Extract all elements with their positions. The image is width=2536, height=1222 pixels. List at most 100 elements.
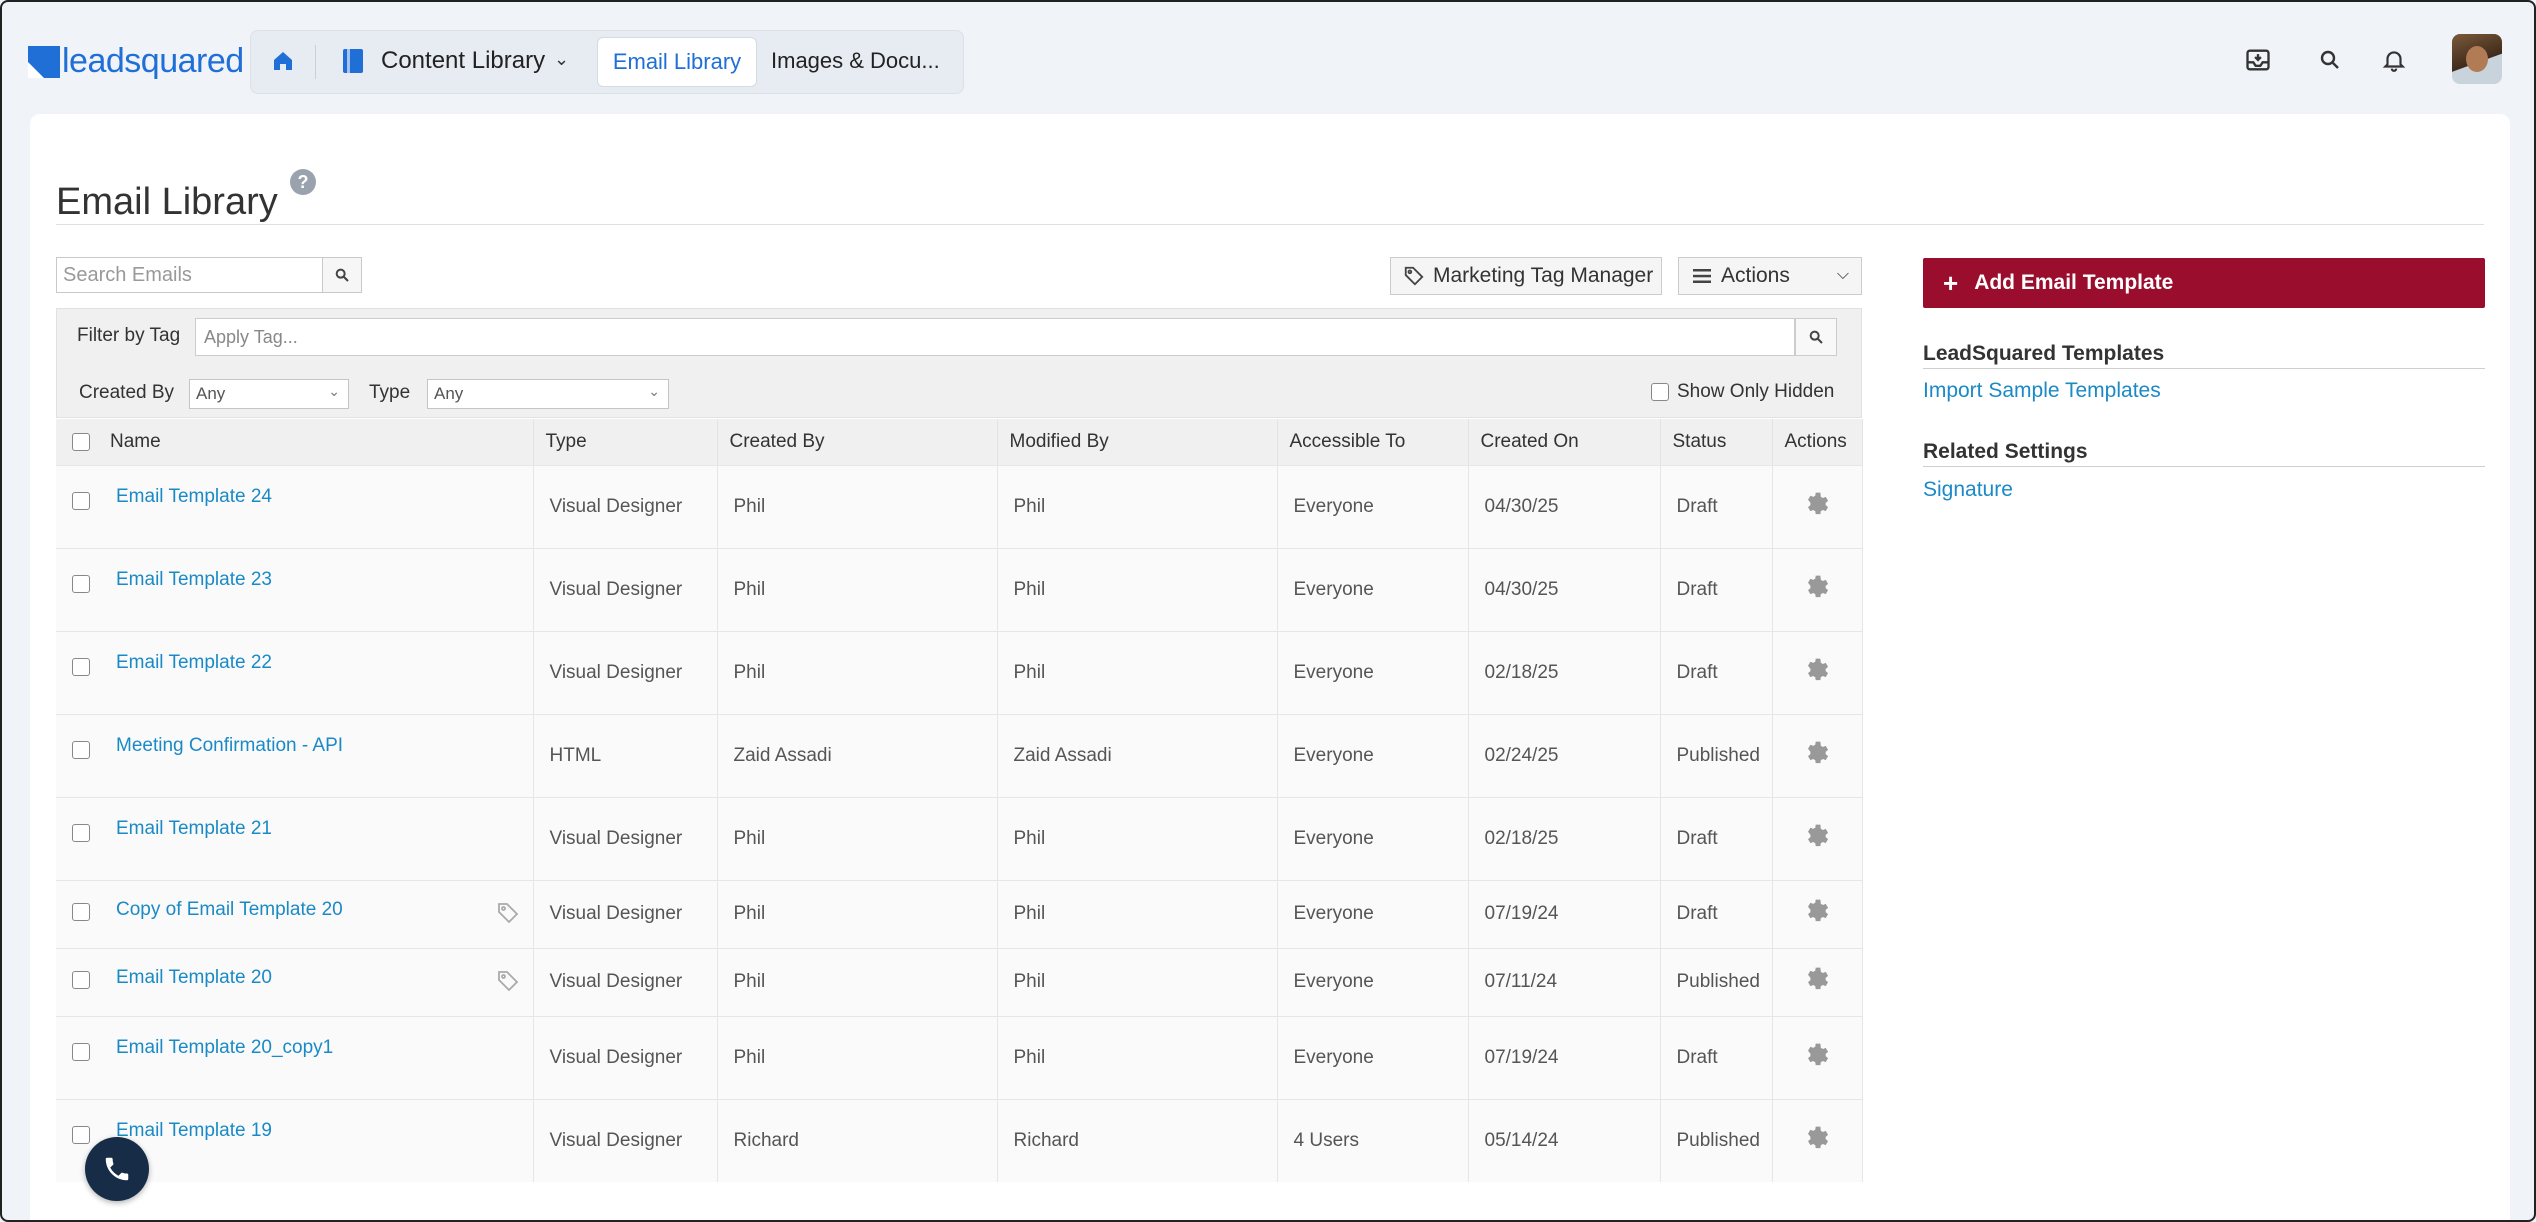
row-checkbox[interactable] (72, 491, 90, 510)
leadsquared-templates-heading: LeadSquared Templates (1923, 342, 2165, 365)
search-emails-button[interactable] (322, 257, 362, 293)
row-checkbox[interactable] (72, 574, 90, 593)
gear-icon[interactable] (1803, 656, 1831, 684)
created-on-cell: 02/24/25 (1468, 713, 1661, 797)
apply-tag-input[interactable]: Apply Tag... (195, 318, 1795, 356)
accessible-to-cell: Everyone (1277, 547, 1469, 631)
row-checkbox[interactable] (72, 740, 90, 759)
modified-by-cell: Phil (997, 547, 1278, 631)
type-select[interactable]: Any ⌄ (427, 379, 669, 409)
marketing-tag-manager-label: Marketing Tag Manager (1433, 264, 1654, 287)
content-library-icon (343, 49, 363, 73)
related-settings-heading: Related Settings (1923, 440, 2088, 463)
gear-icon[interactable] (1803, 1124, 1831, 1152)
search-icon (335, 268, 349, 282)
marketing-tag-manager-button[interactable]: Marketing Tag Manager (1390, 257, 1662, 295)
signature-link[interactable]: Signature (1923, 478, 2013, 502)
template-link[interactable]: Email Template 22 (116, 652, 272, 674)
related-settings-divider (1923, 466, 2485, 467)
bell-icon[interactable] (2378, 44, 2410, 76)
gear-icon[interactable] (1803, 965, 1831, 993)
email-table: Name Type Created By Modified By Accessi… (56, 419, 1863, 1182)
status-cell: Draft (1660, 630, 1773, 714)
show-only-hidden[interactable]: Show Only Hidden (1651, 381, 1834, 403)
created-by-cell: Phil (717, 1015, 998, 1099)
search-emails-input[interactable] (56, 257, 324, 293)
gear-icon[interactable] (1803, 490, 1831, 518)
actions-dropdown[interactable]: Actions ⌵ (1678, 257, 1862, 295)
template-link[interactable]: Email Template 20_copy1 (116, 1037, 333, 1059)
template-link[interactable]: Email Template 24 (116, 486, 272, 508)
created-on-cell: 02/18/25 (1468, 630, 1661, 714)
gear-icon[interactable] (1803, 822, 1831, 850)
add-email-template-button[interactable]: + Add Email Template (1923, 258, 2485, 308)
accessible-to-cell: Everyone (1277, 796, 1469, 880)
phone-call-button[interactable] (85, 1137, 149, 1201)
row-checkbox[interactable] (72, 823, 90, 842)
status-cell: Draft (1660, 1015, 1773, 1099)
created-by-label: Created By (79, 382, 175, 403)
gear-icon[interactable] (1803, 1041, 1831, 1069)
created-by-cell: Richard (717, 1098, 998, 1182)
template-link[interactable]: Email Template 19 (116, 1120, 272, 1142)
accessible-to-cell[interactable]: 4 Users (1277, 1098, 1469, 1182)
created-by-select[interactable]: Any ⌄ (189, 379, 349, 409)
tag-icon (1404, 266, 1424, 286)
header-created-by[interactable]: Created By (717, 419, 998, 465)
plus-icon: + (1943, 267, 1959, 298)
table-row: Email Template 20_copy1 Visual Designer … (56, 1015, 1863, 1099)
header-type[interactable]: Type (533, 419, 718, 465)
header-modified-by[interactable]: Modified By (997, 419, 1278, 465)
row-checkbox[interactable] (72, 1125, 90, 1144)
row-checkbox[interactable] (72, 1042, 90, 1061)
gear-icon[interactable] (1803, 897, 1831, 925)
template-link[interactable]: Email Template 20 (116, 967, 272, 989)
type-cell: Visual Designer (533, 1098, 718, 1182)
status-cell: Draft (1660, 464, 1773, 548)
modified-by-cell: Phil (997, 879, 1278, 948)
type-cell: HTML (533, 713, 718, 797)
template-link[interactable]: Email Template 21 (116, 818, 272, 840)
row-checkbox[interactable] (72, 657, 90, 676)
app-window: leadsquared Content Library ⌄ Email Libr… (0, 0, 2536, 1222)
template-link[interactable]: Copy of Email Template 20 (116, 899, 343, 921)
created-by-value: Any (196, 384, 226, 403)
template-link[interactable]: Meeting Confirmation - API (116, 735, 343, 757)
chevron-down-icon[interactable]: ⌄ (554, 49, 569, 70)
created-on-cell: 07/11/24 (1468, 947, 1661, 1016)
help-icon[interactable]: ? (290, 169, 316, 195)
accessible-to-cell: Everyone (1277, 630, 1469, 714)
content-library-menu[interactable]: Content Library (381, 47, 545, 75)
inbox-icon[interactable] (2242, 44, 2274, 76)
header-status[interactable]: Status (1660, 419, 1773, 465)
header-name[interactable]: Name (56, 419, 534, 465)
tab-images-documents[interactable]: Images & Docu... (771, 37, 940, 85)
row-checkbox[interactable] (72, 970, 90, 989)
tab-email-library[interactable]: Email Library (597, 37, 757, 87)
top-bar: leadsquared Content Library ⌄ Email Libr… (2, 2, 2534, 114)
select-all-checkbox[interactable] (72, 433, 90, 451)
tag-search-button[interactable] (1795, 318, 1837, 356)
tag-icon[interactable] (496, 901, 520, 925)
type-cell: Visual Designer (533, 547, 718, 631)
search-icon[interactable] (2314, 44, 2346, 76)
header-accessible-to[interactable]: Accessible To (1277, 419, 1469, 465)
user-avatar[interactable] (2452, 34, 2502, 84)
type-label: Type (369, 382, 411, 403)
template-link[interactable]: Email Template 23 (116, 569, 272, 591)
type-value: Any (434, 384, 464, 403)
tag-icon[interactable] (496, 969, 520, 993)
home-button[interactable] (265, 43, 301, 79)
row-checkbox[interactable] (72, 902, 90, 921)
leadsquared-logo[interactable]: leadsquared (28, 42, 244, 81)
gear-icon[interactable] (1803, 739, 1831, 767)
import-sample-templates-link[interactable]: Import Sample Templates (1923, 379, 2161, 403)
accessible-to-cell: Everyone (1277, 947, 1469, 1016)
logo-mark-icon (28, 45, 60, 78)
header-created-on[interactable]: Created On (1468, 419, 1661, 465)
show-hidden-checkbox[interactable] (1651, 383, 1669, 401)
gear-icon[interactable] (1803, 573, 1831, 601)
created-on-cell: 07/19/24 (1468, 1015, 1661, 1099)
show-hidden-label: Show Only Hidden (1677, 381, 1835, 402)
actions-label: Actions (1721, 264, 1790, 287)
